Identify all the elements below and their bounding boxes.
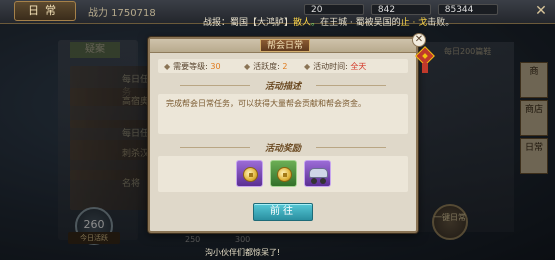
required-level: ◆ 需要等级: 30 xyxy=(164,62,221,71)
resource-bar: 20 842 85344 xyxy=(300,4,498,15)
coin-icon xyxy=(243,167,258,182)
reward-item[interactable] xyxy=(304,160,331,187)
description-box: 完成帮会日常任务，可以获得大量帮会贡献和帮会资金。 xyxy=(158,94,408,134)
activity-time: ◆ 活动时间: 全天 xyxy=(304,62,367,71)
close-icon[interactable]: ✕ xyxy=(532,2,550,20)
reward-list xyxy=(158,156,408,192)
reward-section-header: 活动奖励 xyxy=(150,141,416,154)
cart-icon xyxy=(309,168,328,178)
reward-item[interactable] xyxy=(270,160,297,187)
desc-section-header: 活动描述 xyxy=(150,79,416,92)
guild-daily-dialog: 帮会日常 ✕ ◆ 需要等级: 30 ◆ 活跃度: 2 ◆ 活动时间: 全天 活动描述 … xyxy=(148,33,435,233)
tassel-icon xyxy=(422,63,428,73)
dialog-title: 帮会日常 xyxy=(260,39,310,52)
description-text: 完成帮会日常任务，可以获得大量帮会贡献和帮会资金。 xyxy=(166,99,366,108)
battle-report-ticker: 战报：蜀国【大鸿胪】散人。在王城 · 蜀被吴国的止 · 戈击败。 xyxy=(203,18,455,28)
combat-power: 战力 1750718 xyxy=(88,8,156,19)
close-icon[interactable]: ✕ xyxy=(412,33,426,47)
go-button[interactable]: 前往 xyxy=(253,203,313,221)
resource-value: 85344 xyxy=(437,4,498,15)
page-title: 日常 xyxy=(14,1,76,21)
resource-value: 842 xyxy=(370,4,431,15)
coin-icon xyxy=(277,167,292,182)
requirements-row: ◆ 需要等级: 30 ◆ 活跃度: 2 ◆ 活动时间: 全天 xyxy=(158,59,408,73)
chat-ticker[interactable]: 沟小伙伴们都惊呆了! xyxy=(205,247,280,258)
dialog-header: 帮会日常 xyxy=(150,39,416,53)
activity-points: ◆ 活跃度: 2 xyxy=(244,62,288,71)
resource-value: 20 xyxy=(304,4,364,15)
reward-item[interactable] xyxy=(236,160,263,187)
